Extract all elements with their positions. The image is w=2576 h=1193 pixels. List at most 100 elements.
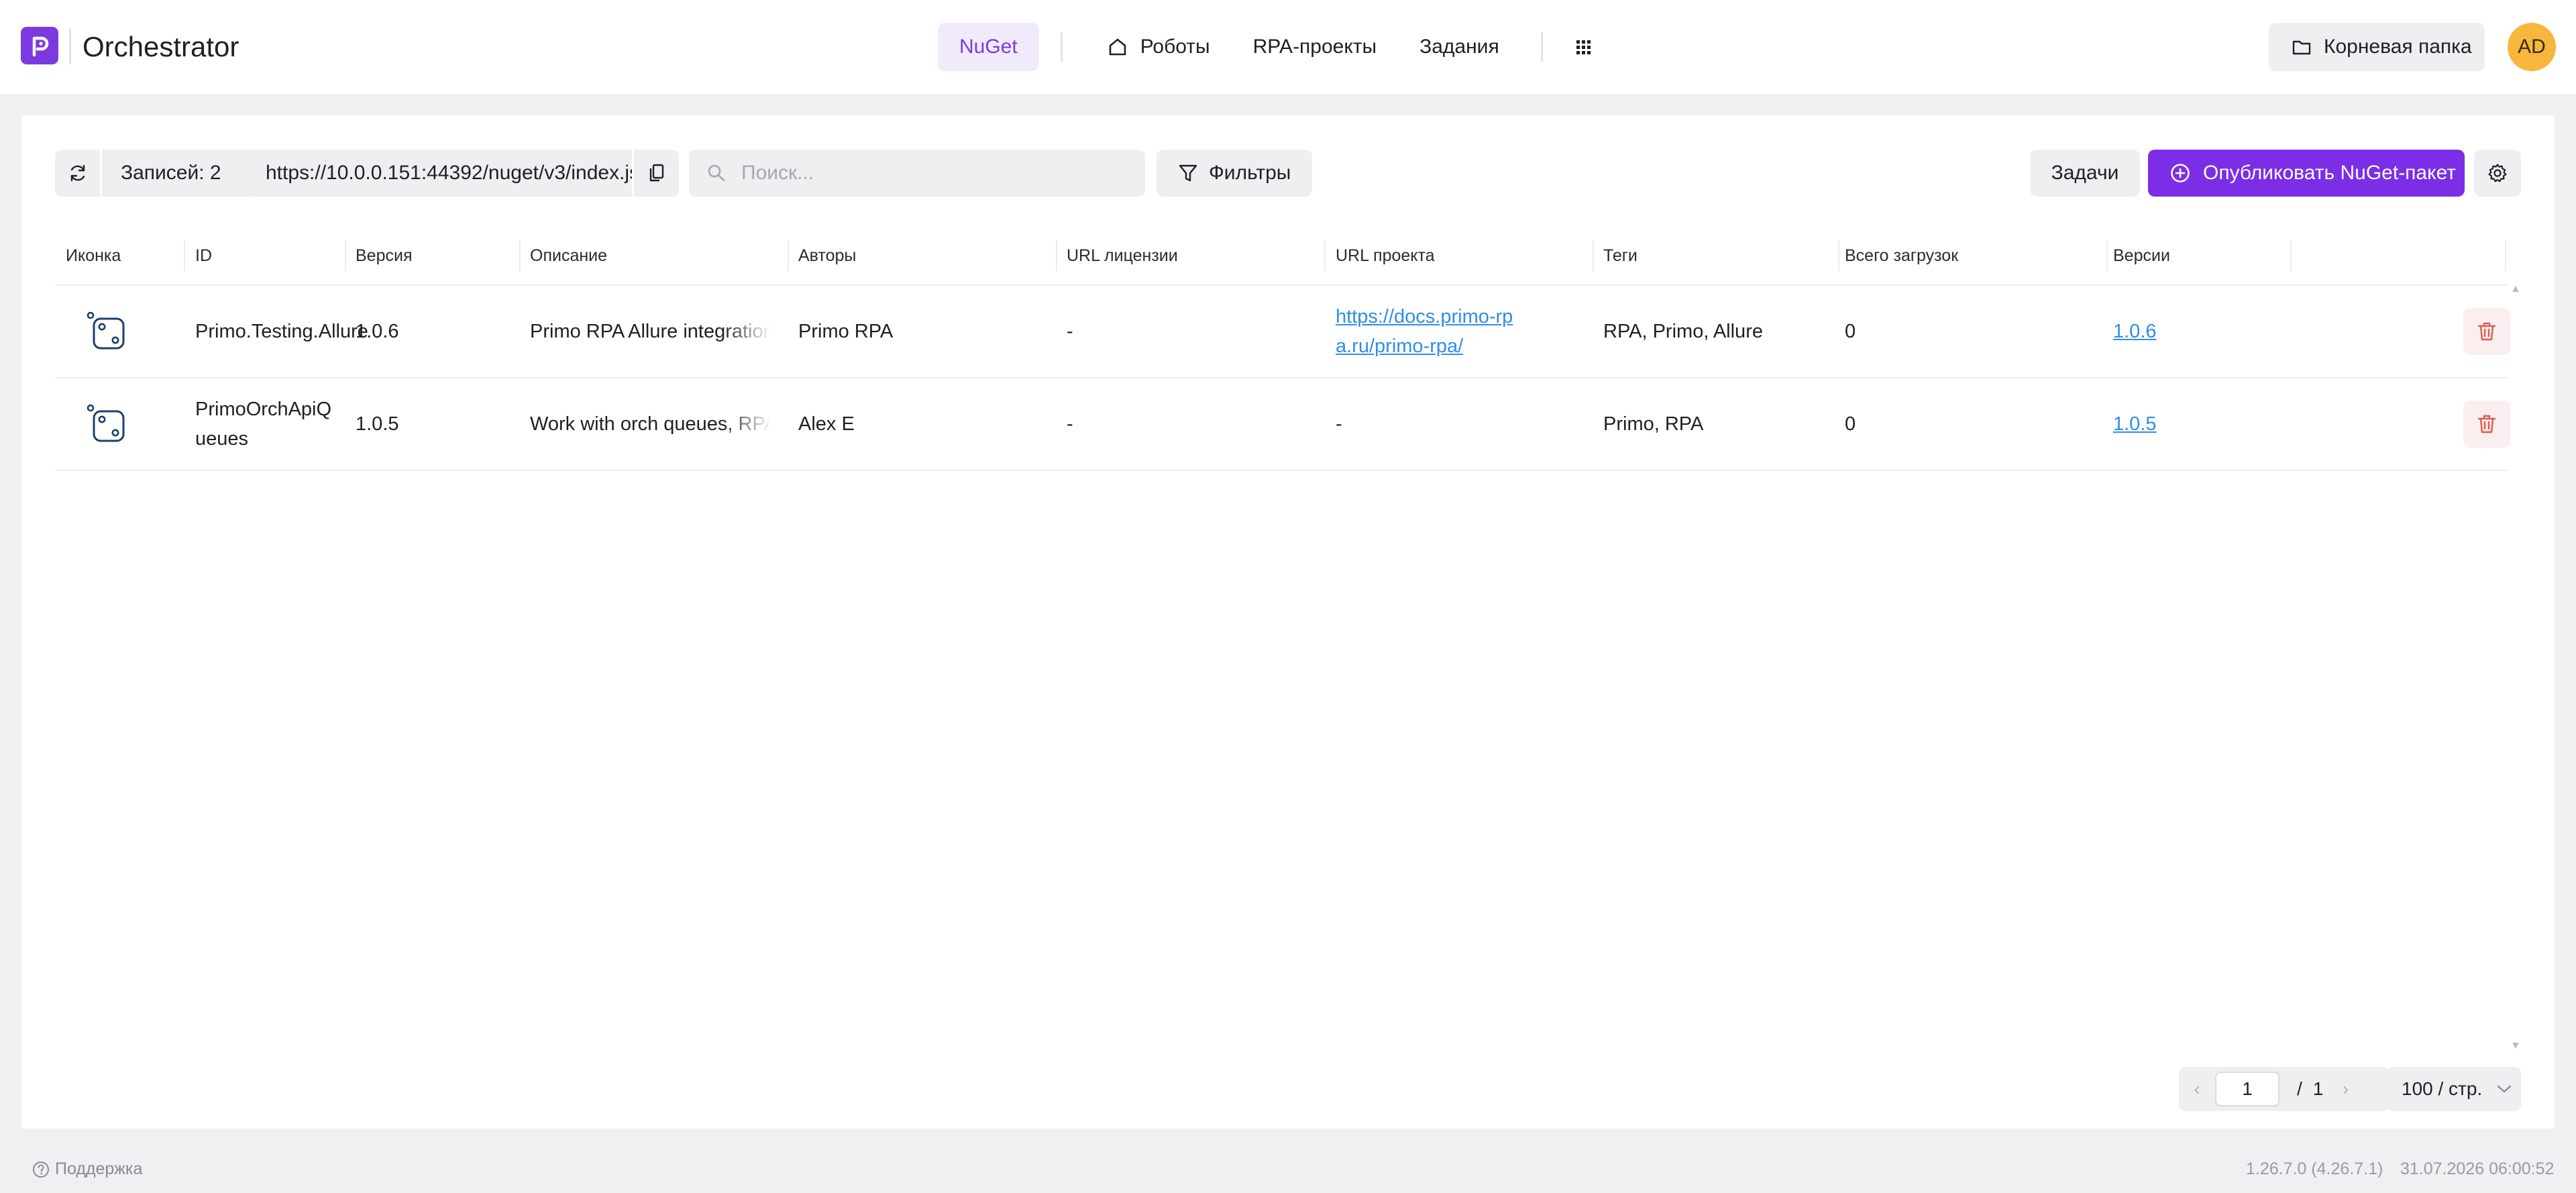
copy-icon	[649, 164, 663, 182]
records-count: Записей: 2	[121, 162, 221, 184]
nav-robots[interactable]: Роботы	[1085, 23, 1232, 71]
add-circle-icon	[2171, 164, 2190, 183]
page-separator: /	[2297, 1078, 2302, 1099]
column-header-tags[interactable]: Теги	[1603, 225, 1638, 286]
refresh-icon	[70, 164, 85, 182]
column-divider	[345, 240, 346, 271]
filters-button[interactable]: Фильтры	[1157, 150, 1312, 197]
delete-package-button[interactable]	[2463, 401, 2510, 448]
column-divider	[2290, 240, 2292, 271]
package-icon	[87, 404, 125, 442]
trash-icon	[2477, 322, 2496, 341]
package-icon-cell	[86, 286, 127, 377]
root-folder-label: Корневая папка	[2324, 36, 2472, 58]
feed-url-field: https://10.0.0.151:44392/nuget/v3/index.…	[250, 150, 679, 197]
help-icon	[33, 1161, 49, 1178]
search-icon	[708, 164, 725, 182]
gear-icon	[2488, 164, 2507, 183]
package-license-url: -	[1067, 321, 1073, 342]
filter-icon	[1179, 164, 1197, 182]
nav-nuget[interactable]: NuGet	[938, 23, 1039, 71]
package-license-url: -	[1067, 413, 1073, 435]
column-header-downloads[interactable]: Всего загрузок	[1845, 225, 1958, 286]
package-versions-link[interactable]: 1.0.6	[2113, 317, 2157, 346]
packages-table: Иконка ID Версия Описание Авторы URL лиц…	[55, 225, 2510, 471]
avatar[interactable]: AD	[2508, 23, 2556, 71]
package-authors: Primo RPA	[798, 321, 894, 342]
app-title: Orchestrator	[83, 31, 239, 62]
support-label: Поддержка	[55, 1159, 143, 1178]
page-size-label: 100 / стр.	[2402, 1078, 2483, 1099]
package-description-text: Work with orch queues, RPA	[530, 413, 771, 435]
package-versions-cell: 1.0.5	[2113, 378, 2157, 470]
records-group: Записей: 2	[55, 150, 260, 197]
package-project-url-cell: https://docs.primo-rpa.ru/primo-rpa/	[1336, 286, 1523, 377]
scroll-down-arrow-icon[interactable]: ▼	[2510, 1040, 2521, 1052]
nav-robots-label: Роботы	[1140, 36, 1210, 58]
copy-url-button[interactable]	[632, 150, 679, 197]
top-nav: NuGet Роботы RPA-проекты Задания	[938, 23, 1602, 71]
nav-rpa-projects-label: RPA-проекты	[1252, 36, 1377, 58]
package-versions-link[interactable]: 1.0.5	[2113, 409, 2157, 439]
pagination: ‹ / 1 ›	[2179, 1067, 2390, 1111]
column-divider	[2505, 240, 2506, 271]
root-folder-button[interactable]: Корневая папка	[2269, 23, 2485, 71]
scroll-up-arrow-icon[interactable]: ▲	[2510, 283, 2521, 295]
column-header-project-url[interactable]: URL проекта	[1336, 225, 1435, 286]
nav-rpa-projects[interactable]: RPA-проекты	[1232, 23, 1399, 71]
feed-url-text[interactable]: https://10.0.0.151:44392/nuget/v3/index.…	[250, 162, 632, 185]
table-row[interactable]: PrimoOrchApiQueues 1.0.5 Work with orch …	[55, 378, 2510, 471]
package-id: PrimoOrchApiQueues	[195, 399, 332, 450]
prev-page-icon[interactable]: ‹	[2179, 1078, 2215, 1100]
column-header-versions[interactable]: Версии	[2113, 225, 2170, 286]
tasks-button[interactable]: Задачи	[2030, 150, 2140, 197]
package-icon-cell	[86, 378, 127, 470]
column-header-version[interactable]: Версия	[356, 225, 413, 286]
app-version: 1.26.7.0 (4.26.7.1)	[2246, 1159, 2383, 1178]
delete-package-button[interactable]	[2463, 308, 2510, 355]
package-version: 1.0.6	[356, 321, 399, 342]
app-header: Orchestrator NuGet Роботы RPA-проекты За…	[0, 0, 2576, 94]
table-header: Иконка ID Версия Описание Авторы URL лиц…	[55, 225, 2508, 286]
support-link[interactable]: Поддержка	[32, 1159, 142, 1179]
home-icon	[1109, 38, 1126, 56]
search-box	[689, 150, 1145, 197]
logo-icon[interactable]	[21, 27, 58, 64]
table-settings-button[interactable]	[2474, 150, 2521, 197]
tasks-label: Задачи	[2051, 162, 2119, 184]
column-divider	[1838, 240, 1839, 271]
publish-nuget-button[interactable]: Опубликовать NuGet-пакет	[2148, 150, 2465, 197]
nav-divider	[1540, 32, 1543, 62]
column-header-description[interactable]: Описание	[530, 225, 607, 286]
server-datetime: 31.07.2026 06:00:52	[2400, 1159, 2555, 1178]
package-icon	[87, 311, 125, 350]
package-description: Primo RPA Allure integration	[530, 286, 771, 377]
package-project-url: -	[1336, 413, 1342, 435]
column-header-icon: Иконка	[66, 246, 121, 265]
next-page-icon[interactable]: ›	[2327, 1078, 2363, 1100]
page-number-input[interactable]	[2215, 1072, 2279, 1106]
column-divider	[2106, 240, 2108, 271]
trash-icon	[2477, 415, 2496, 433]
package-downloads: 0	[1845, 321, 1856, 342]
publish-label: Опубликовать NuGet-пакет	[2203, 162, 2457, 184]
total-pages: 1	[2312, 1078, 2324, 1099]
page-size-select[interactable]: 100 / стр.	[2387, 1067, 2521, 1111]
chevron-down-icon	[2498, 1085, 2512, 1093]
column-header-license-url[interactable]: URL лицензии	[1067, 225, 1178, 286]
column-divider	[1593, 240, 1594, 271]
column-divider	[788, 240, 789, 271]
nav-tasks-label: Задания	[1419, 36, 1499, 58]
table-row[interactable]: Primo.Testing.Allure 1.0.6 Primo RPA All…	[55, 286, 2510, 378]
package-description-text: Primo RPA Allure integration	[530, 321, 771, 342]
column-header-id[interactable]: ID	[195, 225, 212, 286]
package-id: Primo.Testing.Allure	[195, 321, 368, 342]
refresh-button[interactable]	[55, 150, 102, 197]
package-description: Work with orch queues, RPA	[530, 378, 771, 470]
column-divider	[184, 240, 185, 271]
package-project-url-link[interactable]: https://docs.primo-rpa.ru/primo-rpa/	[1336, 302, 1523, 361]
column-header-authors[interactable]: Авторы	[798, 225, 856, 286]
nav-tasks[interactable]: Задания	[1398, 23, 1521, 71]
apps-grid-icon[interactable]	[1564, 28, 1602, 66]
search-input[interactable]	[741, 162, 1117, 185]
